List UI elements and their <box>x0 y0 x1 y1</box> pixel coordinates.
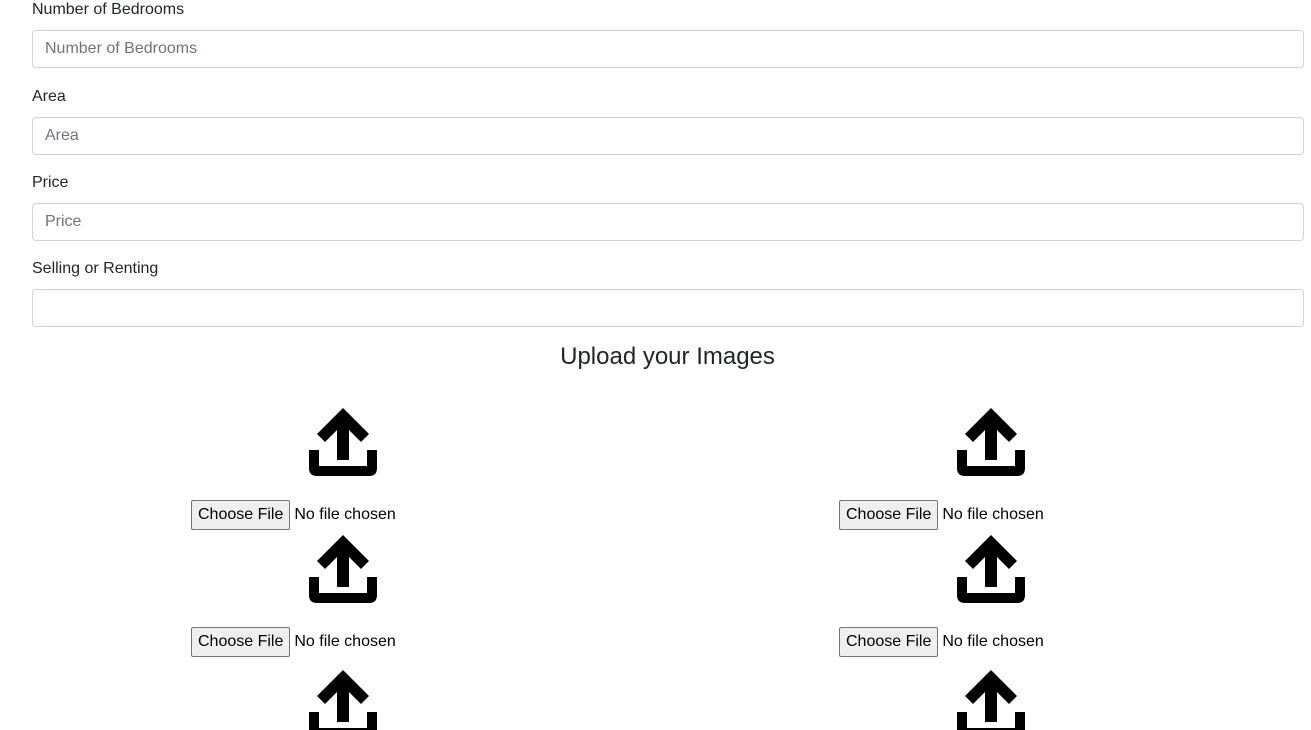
bedrooms-group: Number of Bedrooms <box>32 0 1304 68</box>
upload-icon[interactable] <box>953 666 1029 730</box>
price-input[interactable] <box>32 203 1304 241</box>
file-input[interactable]: Choose File No file chosen <box>191 500 396 530</box>
file-status: No file chosen <box>294 506 396 523</box>
upload-column-right: Choose File No file chosen Choose File N… <box>839 404 1099 730</box>
upload-icon[interactable] <box>953 404 1029 478</box>
file-input[interactable]: Choose File No file chosen <box>839 627 1044 657</box>
upload-icon[interactable] <box>305 531 381 605</box>
selling-renting-label: Selling or Renting <box>32 260 159 277</box>
file-input[interactable]: Choose File No file chosen <box>191 627 396 657</box>
area-group: Area <box>32 86 1304 155</box>
price-group: Price <box>32 172 1304 241</box>
bedrooms-input[interactable] <box>32 30 1304 68</box>
choose-file-button[interactable]: Choose File <box>839 500 939 530</box>
upload-slot: Choose File No file chosen <box>839 404 1099 531</box>
area-input[interactable] <box>32 117 1304 155</box>
area-label: Area <box>32 88 66 105</box>
selling-renting-group: Selling or Renting <box>32 258 1304 327</box>
file-input[interactable]: Choose File No file chosen <box>839 500 1044 530</box>
upload-slot: Choose File No file chosen <box>191 404 451 531</box>
upload-slot <box>191 666 451 730</box>
upload-icon[interactable] <box>305 404 381 478</box>
choose-file-button[interactable]: Choose File <box>839 627 939 657</box>
file-status: No file chosen <box>942 633 1044 650</box>
upload-icon[interactable] <box>953 531 1029 605</box>
file-status: No file chosen <box>294 633 396 650</box>
upload-slot: Choose File No file chosen <box>191 531 451 658</box>
selling-renting-input[interactable] <box>32 289 1304 327</box>
upload-icon[interactable] <box>305 666 381 730</box>
price-label: Price <box>32 174 69 191</box>
bedrooms-label: Number of Bedrooms <box>32 1 185 18</box>
upload-slot <box>839 666 1099 730</box>
upload-title: Upload your Images <box>560 343 775 370</box>
choose-file-button[interactable]: Choose File <box>191 627 291 657</box>
choose-file-button[interactable]: Choose File <box>191 500 291 530</box>
upload-column-left: Choose File No file chosen Choose File N… <box>191 404 451 730</box>
upload-slot: Choose File No file chosen <box>839 531 1099 658</box>
file-status: No file chosen <box>942 506 1044 523</box>
